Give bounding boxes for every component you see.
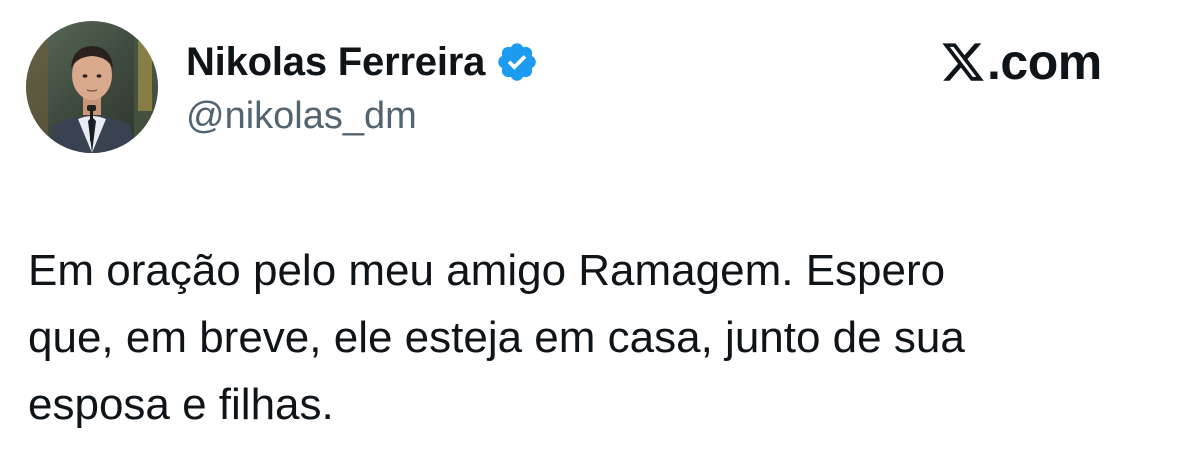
verified-badge-icon [495,40,539,84]
brand-suffix: .com [987,34,1102,90]
author-name-row: Nikolas Ferreira [186,36,539,88]
profile-avatar[interactable] [26,21,158,153]
author-display-name[interactable]: Nikolas Ferreira [186,36,485,88]
author-handle[interactable]: @nikolas_dm [186,92,417,140]
tweet-text: Em oração pelo meu amigo Ramagem. Espero… [28,246,965,429]
tweet-card: Nikolas Ferreira @nikolas_dm .com Em ora… [0,0,1179,460]
x-logo-icon [940,39,986,85]
brand-watermark: .com [940,32,1102,92]
